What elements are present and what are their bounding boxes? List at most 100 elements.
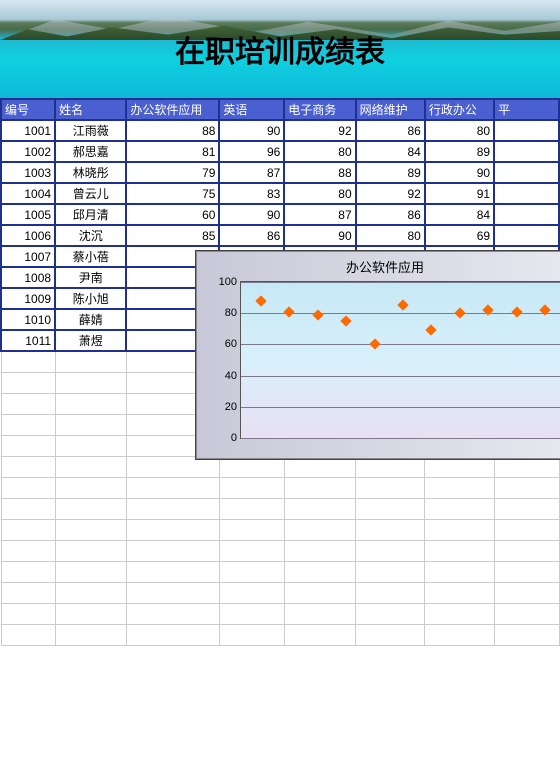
- cell-admin[interactable]: 89: [425, 141, 494, 162]
- table-row: 1002郝思嘉8196808489: [1, 141, 559, 162]
- y-tick-label: 40: [201, 370, 241, 382]
- y-tick-label: 0: [201, 432, 241, 444]
- cell-net[interactable]: 84: [356, 141, 425, 162]
- empty-row: [1, 582, 559, 603]
- col-avg[interactable]: 平: [494, 99, 559, 120]
- cell-avg[interactable]: [494, 204, 559, 225]
- data-point: [255, 295, 266, 306]
- cell-ecom[interactable]: 80: [284, 183, 355, 204]
- cell-id[interactable]: 1007: [1, 246, 55, 267]
- data-point: [426, 325, 437, 336]
- cell-avg[interactable]: [494, 120, 559, 141]
- cell-id[interactable]: 1011: [1, 330, 55, 351]
- cell-eng[interactable]: 96: [219, 141, 284, 162]
- data-point: [369, 339, 380, 350]
- gridline: [241, 438, 560, 439]
- cell-avg[interactable]: [494, 162, 559, 183]
- cell-net[interactable]: 86: [356, 120, 425, 141]
- cell-ecom[interactable]: 90: [284, 225, 355, 246]
- header-banner: 在职培训成绩表: [0, 0, 560, 98]
- cell-id[interactable]: 1002: [1, 141, 55, 162]
- cell-id[interactable]: 1001: [1, 120, 55, 141]
- data-point: [454, 308, 465, 319]
- gridline: [241, 344, 560, 345]
- cell-admin[interactable]: 69: [425, 225, 494, 246]
- table-row: 1006沈沉8586908069: [1, 225, 559, 246]
- cell-avg[interactable]: [494, 141, 559, 162]
- data-point: [397, 300, 408, 311]
- cell-ecom[interactable]: 92: [284, 120, 355, 141]
- cell-name[interactable]: 江雨薇: [55, 120, 126, 141]
- cell-id[interactable]: 1006: [1, 225, 55, 246]
- empty-row: [1, 498, 559, 519]
- cell-eng[interactable]: 83: [219, 183, 284, 204]
- col-eng[interactable]: 英语: [219, 99, 284, 120]
- cell-id[interactable]: 1003: [1, 162, 55, 183]
- cell-id[interactable]: 1005: [1, 204, 55, 225]
- gridline: [241, 282, 560, 283]
- gridline: [241, 407, 560, 408]
- cell-admin[interactable]: 91: [425, 183, 494, 204]
- table-row: 1005邱月清6090878684: [1, 204, 559, 225]
- col-id[interactable]: 编号: [1, 99, 55, 120]
- table-row: 1003林晓彤7987888990: [1, 162, 559, 183]
- cell-name[interactable]: 林晓彤: [55, 162, 126, 183]
- y-tick-label: 60: [201, 338, 241, 350]
- cell-name[interactable]: 蔡小蓓: [55, 246, 126, 267]
- col-net[interactable]: 网络维护: [356, 99, 425, 120]
- cell-soft[interactable]: 60: [126, 204, 219, 225]
- cell-name[interactable]: 曾云儿: [55, 183, 126, 204]
- data-point: [340, 315, 351, 326]
- chart-box[interactable]: 办公软件应用 020406080100: [195, 250, 560, 460]
- cell-admin[interactable]: 90: [425, 162, 494, 183]
- cell-eng[interactable]: 87: [219, 162, 284, 183]
- data-point: [312, 309, 323, 320]
- cell-net[interactable]: 89: [356, 162, 425, 183]
- cell-admin[interactable]: 80: [425, 120, 494, 141]
- cell-eng[interactable]: 90: [219, 204, 284, 225]
- col-admin[interactable]: 行政办公: [425, 99, 494, 120]
- cell-name[interactable]: 萧煜: [55, 330, 126, 351]
- cell-admin[interactable]: 84: [425, 204, 494, 225]
- cell-avg[interactable]: [494, 225, 559, 246]
- cell-soft[interactable]: 75: [126, 183, 219, 204]
- cell-net[interactable]: 92: [356, 183, 425, 204]
- col-ecom[interactable]: 电子商务: [284, 99, 355, 120]
- cell-name[interactable]: 尹南: [55, 267, 126, 288]
- cell-id[interactable]: 1010: [1, 309, 55, 330]
- gridline: [241, 376, 560, 377]
- data-point: [511, 306, 522, 317]
- cell-net[interactable]: 86: [356, 204, 425, 225]
- header-row: 编号 姓名 办公软件应用 英语 电子商务 网络维护 行政办公 平: [1, 99, 559, 120]
- plot-area: 020406080100: [240, 281, 560, 439]
- cell-eng[interactable]: 90: [219, 120, 284, 141]
- cell-name[interactable]: 邱月清: [55, 204, 126, 225]
- cell-name[interactable]: 薛婧: [55, 309, 126, 330]
- cell-name[interactable]: 陈小旭: [55, 288, 126, 309]
- cell-soft[interactable]: 81: [126, 141, 219, 162]
- cell-ecom[interactable]: 80: [284, 141, 355, 162]
- empty-row: [1, 561, 559, 582]
- cell-ecom[interactable]: 87: [284, 204, 355, 225]
- table-row: 1001江雨薇8890928680: [1, 120, 559, 141]
- cell-eng[interactable]: 86: [219, 225, 284, 246]
- cell-soft[interactable]: 79: [126, 162, 219, 183]
- cell-name[interactable]: 沈沉: [55, 225, 126, 246]
- cell-avg[interactable]: [494, 183, 559, 204]
- col-soft[interactable]: 办公软件应用: [126, 99, 219, 120]
- col-name[interactable]: 姓名: [55, 99, 126, 120]
- cell-id[interactable]: 1009: [1, 288, 55, 309]
- cell-ecom[interactable]: 88: [284, 162, 355, 183]
- cell-name[interactable]: 郝思嘉: [55, 141, 126, 162]
- y-tick-label: 80: [201, 307, 241, 319]
- cell-soft[interactable]: 85: [126, 225, 219, 246]
- cell-id[interactable]: 1008: [1, 267, 55, 288]
- data-point: [284, 306, 295, 317]
- empty-row: [1, 603, 559, 624]
- empty-row: [1, 477, 559, 498]
- table-row: 1004曾云儿7583809291: [1, 183, 559, 204]
- cell-net[interactable]: 80: [356, 225, 425, 246]
- chart-title: 办公软件应用: [196, 251, 560, 280]
- cell-id[interactable]: 1004: [1, 183, 55, 204]
- cell-soft[interactable]: 88: [126, 120, 219, 141]
